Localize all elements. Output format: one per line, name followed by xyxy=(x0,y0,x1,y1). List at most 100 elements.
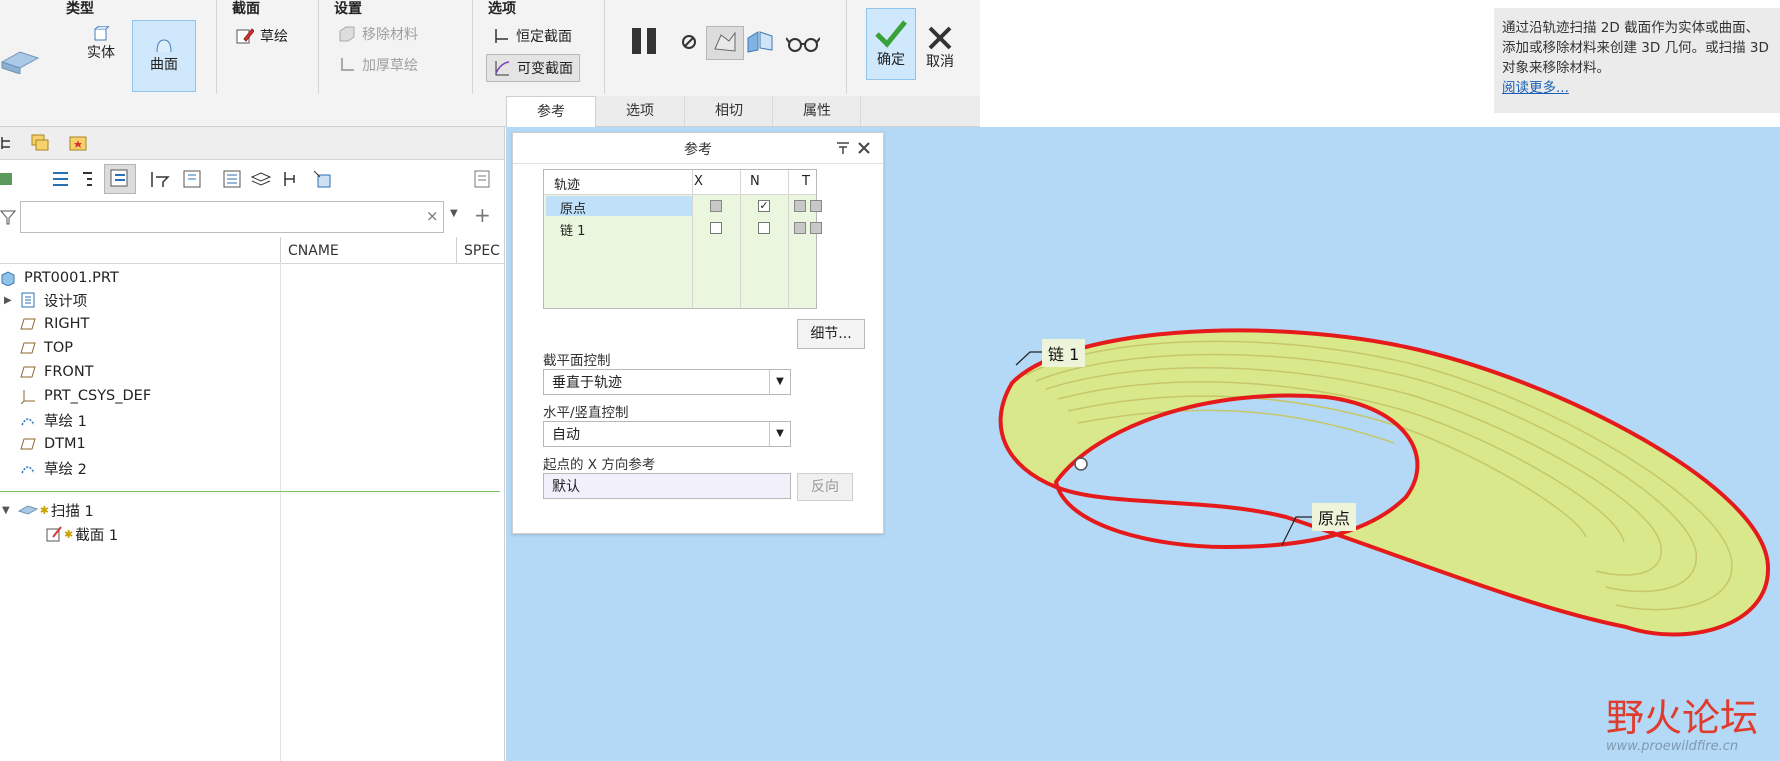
section-plane-value: 垂直于轨迹 xyxy=(552,375,622,391)
chain-t-checkbox-b[interactable] xyxy=(810,222,822,234)
filter-items-icon[interactable] xyxy=(312,169,334,189)
add-filter-icon[interactable]: + xyxy=(474,203,491,227)
row-chain-name[interactable]: 链 1 xyxy=(560,220,585,239)
tree-options-icon[interactable] xyxy=(472,169,494,189)
sketch-icon xyxy=(21,466,35,474)
no-preview-icon[interactable] xyxy=(680,33,698,51)
origin-t-checkbox-b[interactable] xyxy=(810,200,822,212)
tree-filter-icon[interactable] xyxy=(0,169,14,189)
header-t[interactable]: T xyxy=(802,174,810,189)
search-input[interactable] xyxy=(20,201,444,233)
flip-button[interactable]: 反向 xyxy=(797,473,853,501)
tree-filter-funnel-icon[interactable] xyxy=(150,169,172,189)
insert-indicator[interactable] xyxy=(0,491,500,492)
tree-show-icon xyxy=(110,169,128,187)
expand-arrow-icon[interactable]: ▶ xyxy=(4,295,12,306)
tree-settings-icon[interactable] xyxy=(182,169,202,189)
tab-properties[interactable]: 属性 xyxy=(774,96,861,126)
solid-label: 实体 xyxy=(87,45,115,61)
tree-expand-icon[interactable] xyxy=(80,169,94,189)
chain-t-checkbox-a[interactable] xyxy=(794,222,806,234)
tree-item-label: 截面 1 xyxy=(75,527,119,544)
origin-n-checkbox[interactable]: ✓ xyxy=(758,200,770,212)
constant-section-button[interactable]: 恒定截面 xyxy=(492,26,572,46)
layers-icon[interactable] xyxy=(250,169,272,189)
model-tree-tab-icon[interactable] xyxy=(0,135,14,151)
clear-search-icon[interactable]: × xyxy=(426,207,439,225)
cancel-button[interactable]: 取消 xyxy=(918,18,962,78)
chain-n-checkbox[interactable] xyxy=(758,222,770,234)
header-trajectory[interactable]: 轨迹 xyxy=(554,174,580,193)
tree-item-dtm1[interactable]: DTM1 xyxy=(20,433,86,455)
favorites-tab-icon[interactable] xyxy=(68,133,88,153)
collapse-arrow-icon[interactable]: ▼ xyxy=(2,505,10,516)
origin-label[interactable]: 原点 xyxy=(1312,503,1357,531)
close-icon xyxy=(928,26,952,50)
tree-item-top[interactable]: TOP xyxy=(20,337,73,359)
hierarchy-icon[interactable] xyxy=(282,169,304,189)
tab-options[interactable]: 选项 xyxy=(596,96,685,126)
remove-material-button[interactable]: 移除材料 xyxy=(338,24,418,44)
tree-columns-icon[interactable] xyxy=(50,169,70,189)
panel-title: 参考 xyxy=(684,142,712,158)
show-tree-button[interactable] xyxy=(104,164,136,194)
sketch-label: 草绘 xyxy=(260,29,288,45)
ok-label: 确定 xyxy=(877,52,905,68)
tree-item-section[interactable]: ✱ 截面 1 xyxy=(46,523,118,545)
tree-item-sketch-2[interactable]: 草绘 2 xyxy=(20,457,87,479)
close-icon[interactable] xyxy=(857,141,871,155)
ok-button[interactable]: 确定 xyxy=(866,8,916,80)
search-dropdown-icon[interactable]: ▼ xyxy=(450,208,458,219)
tree-item-part[interactable]: PRT0001.PRT xyxy=(0,267,119,289)
surface-button[interactable]: 曲面 xyxy=(132,20,196,92)
part-icon xyxy=(1,271,15,286)
tree-item-label: TOP xyxy=(44,340,74,356)
glasses-icon[interactable] xyxy=(786,34,820,54)
xdir-reference-field[interactable]: 默认 xyxy=(543,473,791,499)
datum-plane-icon xyxy=(20,318,36,330)
tree-item-front[interactable]: FRONT xyxy=(20,361,94,383)
tab-references[interactable]: 参考 xyxy=(506,96,596,127)
tree-item-sweep[interactable]: ▼ ✱ 扫描 1 xyxy=(2,499,94,521)
section-plane-dropdown[interactable]: 垂直于轨迹 ▼ xyxy=(543,369,791,395)
list-view-icon[interactable] xyxy=(222,169,242,189)
chevron-down-icon: ▼ xyxy=(769,422,790,446)
details-button[interactable]: 细节... xyxy=(797,319,865,349)
column-spec[interactable]: SPEC xyxy=(464,243,500,259)
start-point-handle[interactable] xyxy=(1074,457,1088,471)
header-n[interactable]: N xyxy=(750,174,760,189)
origin-t-checkbox-a[interactable] xyxy=(794,200,806,212)
trajectory-table: 轨迹 X N T 原点 ✓ 链 1 xyxy=(543,169,822,309)
sketch-icon xyxy=(21,418,35,426)
row-origin-name[interactable]: 原点 xyxy=(560,198,586,217)
tree-item-design-items[interactable]: ▶ 设计项 xyxy=(4,289,87,311)
tree-item-sketch-1[interactable]: 草绘 1 xyxy=(20,409,87,431)
layer-tree-tab-icon[interactable] xyxy=(30,133,50,153)
pause-icon[interactable] xyxy=(630,26,660,56)
tab-tangency[interactable]: 相切 xyxy=(686,96,773,126)
thicken-sketch-button[interactable]: 加厚草绘 xyxy=(338,55,418,75)
column-cname[interactable]: CNAME xyxy=(288,243,339,259)
remove-material-icon xyxy=(339,26,355,42)
tree-item-csys[interactable]: PRT_CSYS_DEF xyxy=(20,385,151,407)
tree-item-label: 草绘 2 xyxy=(44,461,87,478)
origin-x-checkbox[interactable] xyxy=(710,200,722,212)
read-more-link[interactable]: 阅读更多... xyxy=(1502,80,1569,96)
tree-item-right[interactable]: RIGHT xyxy=(20,313,89,335)
chain-x-checkbox[interactable] xyxy=(710,222,722,234)
help-text: 通过沿轨迹扫描 2D 截面作为实体或曲面、添加或移除材料来创建 3D 几何。或扫… xyxy=(1502,20,1769,76)
verify-mode-icon[interactable] xyxy=(746,30,774,54)
preview-toggle[interactable] xyxy=(706,26,744,60)
hv-control-dropdown[interactable]: 自动 ▼ xyxy=(543,421,791,447)
datum-plane-icon xyxy=(20,438,36,450)
tree-item-label: PRT0001.PRT xyxy=(24,270,119,286)
pin-icon[interactable] xyxy=(835,141,851,155)
csys-icon xyxy=(20,390,35,404)
solid-button[interactable]: 实体 xyxy=(78,26,124,66)
variable-section-button[interactable]: 可变截面 xyxy=(486,54,580,82)
sketch-button[interactable]: 草绘 xyxy=(236,26,288,46)
table-header: 轨迹 X N T xyxy=(544,170,816,195)
header-x[interactable]: X xyxy=(694,174,703,189)
tree-item-label: DTM1 xyxy=(44,436,86,452)
chain-label[interactable]: 链 1 xyxy=(1042,339,1086,367)
